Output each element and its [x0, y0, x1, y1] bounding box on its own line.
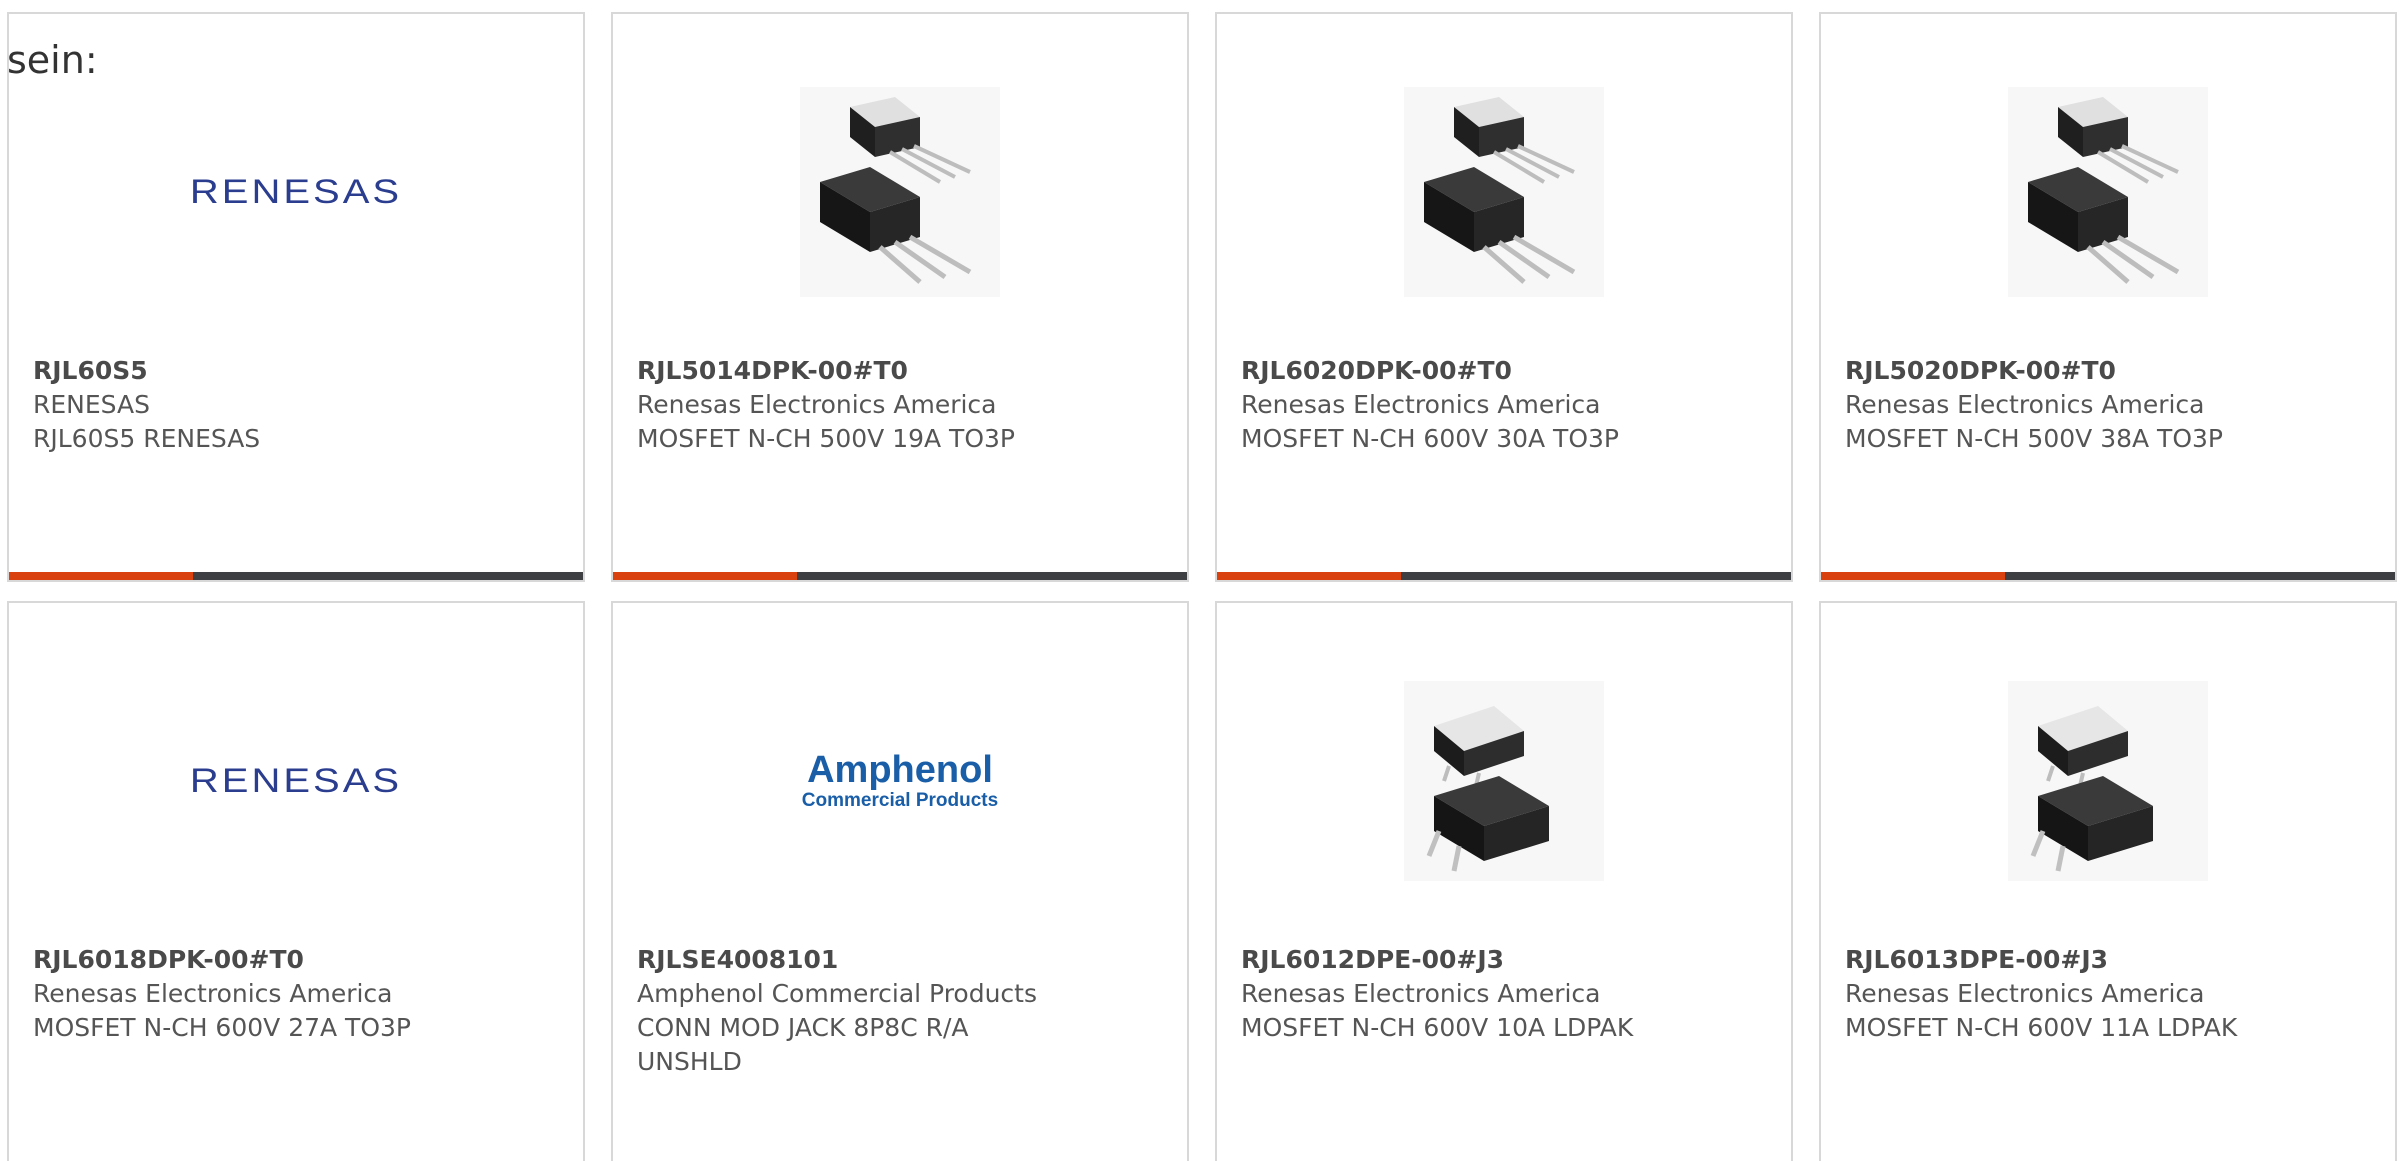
intro-text: sein: [7, 38, 98, 82]
manufacturer-name: Renesas Electronics America [33, 979, 393, 1008]
part-number[interactable]: RJL5020DPK-00#T0 [1845, 354, 2275, 388]
amphenol-logo-title: Amphenol [807, 749, 993, 791]
product-description: MOSFET N-CH 600V 11A LDPAK [1845, 1013, 2238, 1042]
part-number[interactable]: RJL6020DPK-00#T0 [1241, 354, 1671, 388]
amphenol-logo-subtitle: Commercial Products [801, 790, 999, 811]
product-description: MOSFET N-CH 500V 38A TO3P [1845, 424, 2223, 453]
renesas-logo: RENESAS [189, 172, 403, 211]
manufacturer-name: RENESAS [33, 390, 150, 419]
to3p-package-icon [800, 87, 1000, 297]
product-info: RJL6013DPE-00#J3 Renesas Electronics Ame… [1845, 943, 2275, 1045]
card-accent-bar [1217, 572, 1401, 580]
part-number[interactable]: RJL60S5 [33, 354, 463, 388]
product-image [1217, 671, 1791, 891]
card-accent-bar [1821, 572, 2005, 580]
manufacturer-logo: RENESAS [9, 82, 583, 302]
product-card[interactable]: Amphenol Commercial Products RJLSE400810… [611, 601, 1189, 1161]
product-info: RJL6012DPE-00#J3 Renesas Electronics Ame… [1241, 943, 1671, 1045]
product-info: RJLSE4008101 Amphenol Commercial Product… [637, 943, 1067, 1079]
product-description: CONN MOD JACK 8P8C R/A UNSHLD [637, 1013, 969, 1076]
product-description: MOSFET N-CH 600V 27A TO3P [33, 1013, 411, 1042]
ldpak-package-icon [2008, 681, 2208, 881]
part-number[interactable]: RJL6018DPK-00#T0 [33, 943, 463, 977]
part-number[interactable]: RJLSE4008101 [637, 943, 1067, 977]
manufacturer-name: Renesas Electronics America [637, 390, 997, 419]
product-image [1217, 82, 1791, 302]
product-card[interactable]: RJL6012DPE-00#J3 Renesas Electronics Ame… [1215, 601, 1793, 1161]
product-card[interactable]: RENESAS RJL6018DPK-00#T0 Renesas Electro… [7, 601, 585, 1161]
product-image [1821, 671, 2395, 891]
ldpak-package-icon [1404, 681, 1604, 881]
product-image [1821, 82, 2395, 302]
product-description: MOSFET N-CH 600V 30A TO3P [1241, 424, 1619, 453]
amphenol-logo: Amphenol Commercial Products [802, 750, 998, 812]
product-info: RJL60S5 RENESAS RJL60S5 RENESAS [33, 354, 463, 456]
product-info: RJL5020DPK-00#T0 Renesas Electronics Ame… [1845, 354, 2275, 456]
product-card[interactable]: RJL5014DPK-00#T0 Renesas Electronics Ame… [611, 12, 1189, 582]
part-number[interactable]: RJL6012DPE-00#J3 [1241, 943, 1671, 977]
product-description: MOSFET N-CH 600V 10A LDPAK [1241, 1013, 1634, 1042]
card-bottom-bar [1217, 572, 1791, 580]
product-card[interactable]: RENESAS RJL60S5 RENESAS RJL60S5 RENESAS [7, 12, 585, 582]
to3p-package-icon [1404, 87, 1604, 297]
manufacturer-name: Renesas Electronics America [1241, 390, 1601, 419]
product-info: RJL5014DPK-00#T0 Renesas Electronics Ame… [637, 354, 1067, 456]
manufacturer-name: Amphenol Commercial Products [637, 979, 1037, 1008]
card-bottom-bar [613, 572, 1187, 580]
manufacturer-logo: Amphenol Commercial Products [613, 671, 1187, 891]
product-image [613, 82, 1187, 302]
manufacturer-name: Renesas Electronics America [1845, 390, 2205, 419]
product-card[interactable]: RJL5020DPK-00#T0 Renesas Electronics Ame… [1819, 12, 2397, 582]
product-description: RJL60S5 RENESAS [33, 424, 261, 453]
card-accent-bar [613, 572, 797, 580]
to3p-package-icon [2008, 87, 2208, 297]
product-info: RJL6020DPK-00#T0 Renesas Electronics Ame… [1241, 354, 1671, 456]
product-card[interactable]: RJL6020DPK-00#T0 Renesas Electronics Ame… [1215, 12, 1793, 582]
card-bottom-bar [1821, 572, 2395, 580]
product-card[interactable]: RJL6013DPE-00#J3 Renesas Electronics Ame… [1819, 601, 2397, 1161]
product-grid-page: sein: RENESAS RJL60S5 RENESAS RJL60S5 RE… [0, 0, 2400, 1161]
card-bottom-bar [9, 572, 583, 580]
product-info: RJL6018DPK-00#T0 Renesas Electronics Ame… [33, 943, 463, 1045]
manufacturer-name: Renesas Electronics America [1241, 979, 1601, 1008]
manufacturer-logo: RENESAS [9, 671, 583, 891]
manufacturer-name: Renesas Electronics America [1845, 979, 2205, 1008]
product-description: MOSFET N-CH 500V 19A TO3P [637, 424, 1015, 453]
part-number[interactable]: RJL5014DPK-00#T0 [637, 354, 1067, 388]
part-number[interactable]: RJL6013DPE-00#J3 [1845, 943, 2275, 977]
card-accent-bar [9, 572, 193, 580]
renesas-logo: RENESAS [189, 761, 403, 800]
